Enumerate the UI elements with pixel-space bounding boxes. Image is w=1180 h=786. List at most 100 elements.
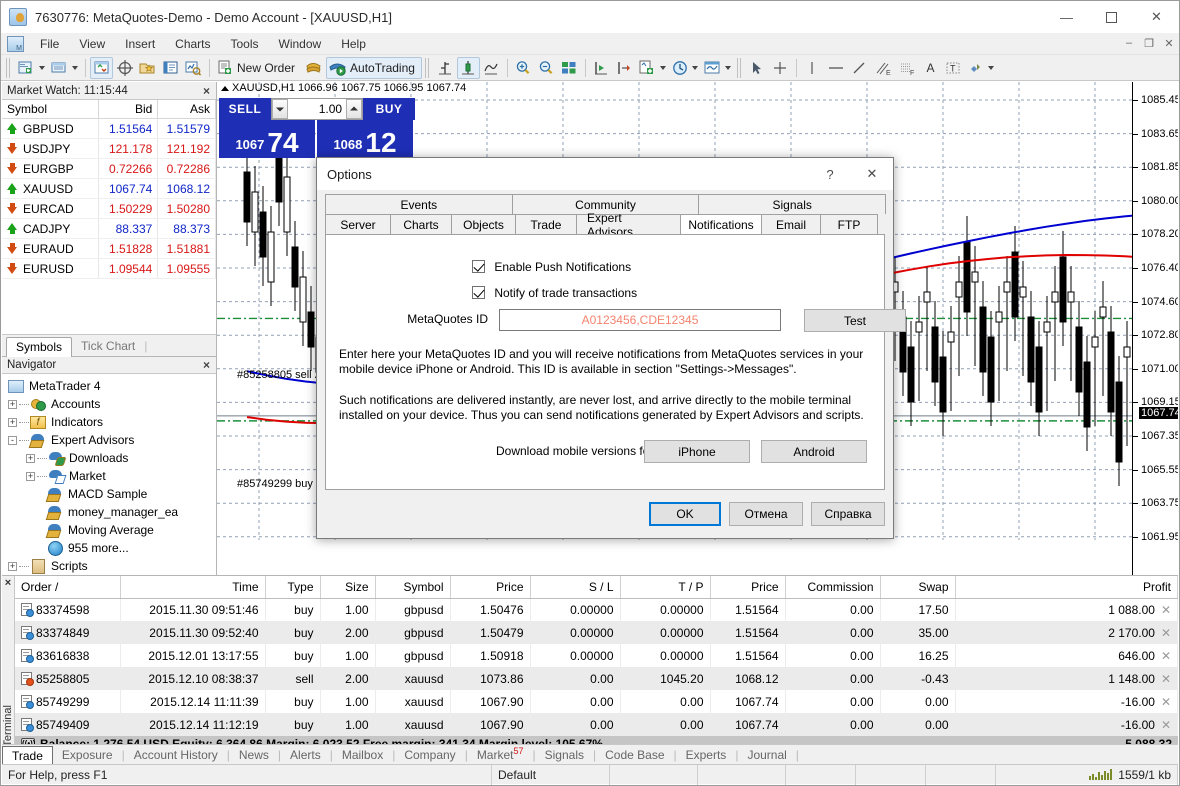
market-watch-icon[interactable]	[90, 56, 113, 79]
menu-window[interactable]: Window	[269, 35, 332, 53]
navigator-node[interactable]: + Market	[6, 467, 216, 485]
text-label-icon[interactable]: A	[919, 57, 942, 79]
orders-col-s-l[interactable]: S / L	[530, 576, 621, 599]
mdi-minimize-button[interactable]: –	[1119, 37, 1139, 50]
bar-chart-icon[interactable]	[434, 57, 457, 79]
close-order-icon[interactable]: ✕	[1155, 695, 1171, 709]
terminal-tab-exposure[interactable]: Exposure	[53, 746, 122, 765]
crosshair-icon[interactable]	[769, 57, 792, 79]
terminal-tab-company[interactable]: Company	[395, 746, 464, 765]
templates-icon[interactable]	[701, 57, 734, 79]
expert-advisors-icon[interactable]	[302, 57, 326, 79]
terminal-close-icon[interactable]: ×	[5, 577, 11, 589]
chevron-down-icon[interactable]	[691, 65, 698, 70]
mdi-close-button[interactable]: ✕	[1159, 37, 1179, 50]
close-order-icon[interactable]: ✕	[1155, 718, 1171, 732]
tree-expander[interactable]: +	[8, 561, 17, 571]
mw-col-bid[interactable]: Bid	[98, 100, 159, 119]
table-row[interactable]: 85258805 2015.12.10 08:38:37 sell 2.00 xauus…	[15, 667, 1178, 690]
maximize-button[interactable]	[1089, 1, 1134, 33]
strategy-tester-icon[interactable]	[182, 57, 205, 79]
terminal-tab-code-base[interactable]: Code Base	[596, 746, 673, 765]
chevron-down-icon[interactable]	[987, 65, 994, 70]
dialog-tab-email[interactable]: Email	[761, 214, 821, 234]
chevron-down-icon[interactable]	[659, 65, 666, 70]
dialog-tab-expert-advisors[interactable]: Expert Advisors	[576, 211, 681, 239]
terminal-tab-alerts[interactable]: Alerts	[281, 746, 330, 765]
orders-col-order[interactable]: Order /	[15, 576, 121, 599]
mw-col-symbol[interactable]: Symbol	[2, 100, 99, 119]
iphone-button[interactable]: iPhone	[644, 440, 750, 463]
navigator-node[interactable]: - Expert Advisors	[6, 431, 216, 449]
shapes-icon[interactable]	[965, 57, 997, 79]
orders-col-price[interactable]: Price	[710, 576, 786, 599]
orders-col-price[interactable]: Price	[450, 576, 531, 599]
line-chart-icon[interactable]	[480, 57, 503, 79]
dialog-tab-charts[interactable]: Charts	[390, 214, 452, 234]
equidistant-channel-icon[interactable]: E	[871, 57, 895, 79]
orders-col-size[interactable]: Size	[320, 576, 376, 599]
zoom-out-icon[interactable]	[535, 57, 558, 79]
market-watch-row[interactable]: EURUSD 1.09544 1.09555	[2, 258, 216, 279]
autotrading-button[interactable]: AutoTrading	[326, 56, 422, 79]
navigator-node[interactable]: MetaTrader 4	[6, 377, 216, 395]
table-row[interactable]: 85749299 2015.12.14 11:11:39 buy 1.00 xauusd…	[15, 690, 1178, 713]
dialog-tab-notifications[interactable]: Notifications	[680, 214, 762, 234]
dialog-tab-events[interactable]: Events	[325, 194, 513, 214]
orders-col-swap[interactable]: Swap	[880, 576, 956, 599]
navigator-node[interactable]: + Accounts	[6, 395, 216, 413]
navigator-node[interactable]: + Downloads	[6, 449, 216, 467]
navigator-icon[interactable]	[113, 57, 136, 79]
tree-expander[interactable]: +	[8, 399, 17, 409]
fibonacci-icon[interactable]: F	[895, 57, 919, 79]
menu-charts[interactable]: Charts	[165, 35, 220, 53]
market-watch-row[interactable]: CADJPY 88.337 88.373	[2, 218, 216, 239]
terminal-tab-signals[interactable]: Signals	[536, 746, 593, 765]
dialog-tab-trade[interactable]: Trade	[515, 214, 577, 234]
test-button[interactable]: Test	[804, 309, 906, 332]
status-profile[interactable]: Default	[492, 764, 610, 785]
tree-expander[interactable]: +	[8, 417, 17, 427]
mw-symbol-cell[interactable]: XAUUSD	[2, 178, 99, 199]
zoom-in-icon[interactable]	[512, 57, 535, 79]
terminal-tab-experts[interactable]: Experts	[677, 746, 736, 765]
dialog-tab-objects[interactable]: Objects	[451, 214, 516, 234]
dialog-tab-signals[interactable]: Signals	[698, 194, 887, 214]
mw-symbol-cell[interactable]: EURUSD	[2, 258, 99, 279]
android-button[interactable]: Android	[761, 440, 867, 463]
new-chart-icon[interactable]	[15, 57, 48, 79]
auto-scroll-icon[interactable]	[613, 57, 636, 79]
buy-button[interactable]: BUY	[363, 98, 415, 120]
market-watch-row[interactable]: XAUUSD 1067.74 1068.12	[2, 178, 216, 199]
orders-col-symbol[interactable]: Symbol	[375, 576, 451, 599]
terminal-tab-trade[interactable]: Trade	[2, 746, 53, 766]
toolbar-grip[interactable]	[736, 57, 743, 78]
navigator-node[interactable]: + f Indicators	[6, 413, 216, 431]
menu-file[interactable]: File	[30, 35, 69, 53]
dialog-tab-server[interactable]: Server	[325, 214, 391, 234]
vertical-line-icon[interactable]	[801, 57, 824, 79]
enable-push-row[interactable]: Enable Push Notifications	[472, 260, 631, 274]
chevron-down-icon[interactable]	[72, 65, 78, 70]
mdi-restore-button[interactable]: ❐	[1139, 37, 1159, 50]
volume-increment-button[interactable]	[346, 99, 362, 119]
volume-input[interactable]: 1.00	[287, 99, 347, 119]
mw-symbol-cell[interactable]: EURCAD	[2, 198, 99, 219]
menu-insert[interactable]: Insert	[115, 35, 165, 53]
volume-decrement-button[interactable]	[272, 99, 288, 119]
orders-col-commission[interactable]: Commission	[785, 576, 881, 599]
menu-tools[interactable]: Tools	[221, 35, 269, 53]
cursor-icon[interactable]	[746, 57, 769, 79]
buy-price-display[interactable]: 1068 12	[317, 120, 413, 158]
close-order-icon[interactable]: ✕	[1155, 603, 1171, 617]
close-order-icon[interactable]: ✕	[1155, 672, 1171, 686]
tree-expander[interactable]: +	[26, 453, 35, 463]
market-watch-row[interactable]: EURCAD 1.50229 1.50280	[2, 198, 216, 219]
chevron-down-icon[interactable]	[39, 65, 45, 70]
navigator-node[interactable]: money_manager_ea	[6, 503, 216, 521]
timeframes-icon[interactable]	[669, 57, 701, 79]
cancel-button[interactable]: Отмена	[729, 502, 803, 526]
help-button[interactable]: Справка	[811, 502, 885, 526]
chevron-down-icon[interactable]	[724, 65, 731, 70]
toolbar-grip[interactable]	[6, 57, 12, 78]
